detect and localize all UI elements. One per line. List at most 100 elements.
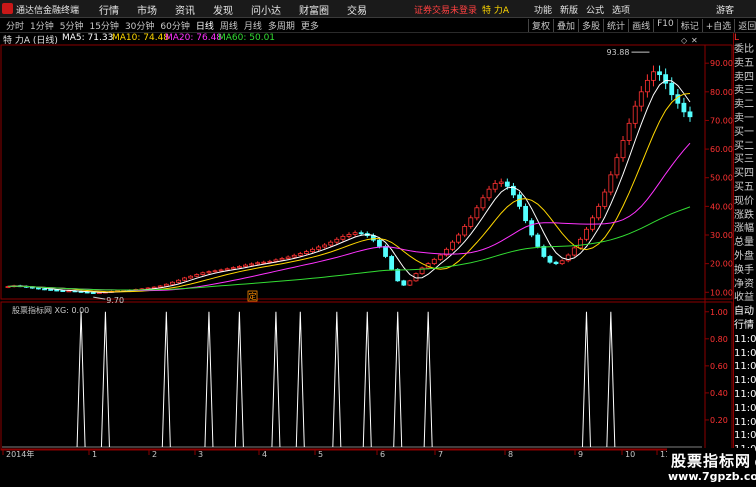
candle-body-63 xyxy=(389,256,395,270)
sidebar-item-0[interactable]: 委比 xyxy=(734,43,756,57)
sidebar-item-9[interactable]: 买四 xyxy=(734,167,756,181)
sidebar-item-23[interactable]: 11:08 xyxy=(734,360,756,374)
signal-spike-3 xyxy=(204,311,214,448)
sidebar-item-11[interactable]: 现价 xyxy=(734,195,756,209)
sidebar-item-22[interactable]: 11:08 xyxy=(734,347,756,361)
candle-body-7 xyxy=(48,289,54,291)
sidebar-item-19[interactable]: 自动 xyxy=(734,305,756,319)
candle-body-38 xyxy=(236,266,242,269)
sidebar-item-7[interactable]: 买二 xyxy=(734,140,756,154)
candle-body-84 xyxy=(517,194,522,207)
candle-body-55 xyxy=(340,236,346,240)
candle-body-56 xyxy=(346,234,352,237)
signal-spike-12 xyxy=(606,311,616,448)
candle-body-37 xyxy=(230,267,236,270)
tool-button-8[interactable]: 返回 xyxy=(734,19,756,32)
candle-body-58 xyxy=(358,232,364,235)
kline-chart[interactable]: 90.00 80.00 70.00 60.00 50.00 40.00 30.00 20.00… xyxy=(0,0,733,487)
date-label-2: 2 xyxy=(152,450,157,459)
candle-body-93 xyxy=(571,247,577,256)
sidebar-item-14[interactable]: 总量 xyxy=(734,236,756,250)
price-tick-label-2: 70.00 xyxy=(710,116,733,125)
candle-body-65 xyxy=(401,280,407,286)
sidebar-item-21[interactable]: 11:08 xyxy=(734,333,756,347)
sidebar-item-13[interactable]: 涨幅 xyxy=(734,222,756,236)
sidebar-item-3[interactable]: 卖三 xyxy=(734,84,756,98)
sidebar-item-15[interactable]: 外盘 xyxy=(734,250,756,264)
candle-body-94 xyxy=(577,238,583,249)
candle-body-31 xyxy=(194,274,200,277)
candle-body-8 xyxy=(54,289,60,292)
signal-spike-9 xyxy=(393,311,403,448)
signal-spike-7 xyxy=(332,311,342,448)
candle-body-43 xyxy=(267,260,273,263)
candle-body-96 xyxy=(590,217,595,230)
sidebar-item-12[interactable]: 涨跌 xyxy=(734,209,756,223)
date-label-6: 6 xyxy=(380,450,385,459)
sidebar-item-4[interactable]: 卖二 xyxy=(734,98,756,112)
signal-spike-4 xyxy=(234,311,244,448)
ma10-line xyxy=(7,93,691,293)
candle-body-45 xyxy=(279,258,285,261)
candle-body-86 xyxy=(529,220,535,236)
signal-spike-10 xyxy=(423,311,433,448)
sidebar-item-16[interactable]: 换手 xyxy=(734,264,756,278)
sidebar-item-10[interactable]: 买五 xyxy=(734,181,756,195)
indicator-tick-label-1: 0.80 xyxy=(710,335,728,344)
candle-body-33 xyxy=(206,271,212,274)
sidebar-item-1[interactable]: 卖五 xyxy=(734,57,756,71)
candle-body-66 xyxy=(407,280,413,286)
candle-body-41 xyxy=(255,262,261,265)
date-label-10: 10 xyxy=(625,450,635,459)
candle-body-26 xyxy=(163,283,169,287)
candle-body-40 xyxy=(249,263,254,266)
candle-body-106 xyxy=(651,71,656,81)
ma60-line xyxy=(7,206,691,291)
sidebar-item-18[interactable]: 收益 xyxy=(734,291,756,305)
high-marker-label: 93.88 xyxy=(607,48,630,57)
sidebar-item-24[interactable]: 11:08 xyxy=(734,374,756,388)
sidebar-item-2[interactable]: 卖四 xyxy=(734,71,756,85)
sidebar-item-5[interactable]: 卖一 xyxy=(734,112,756,126)
candle-body-51 xyxy=(316,246,321,250)
candle-body-5 xyxy=(36,287,41,290)
candle-body-29 xyxy=(182,277,187,281)
candle-body-34 xyxy=(212,270,218,273)
candle-body-102 xyxy=(626,122,632,141)
price-tick-label-6: 30.00 xyxy=(710,231,733,240)
signal-spike-1 xyxy=(100,311,110,448)
sidebar-item-17[interactable]: 净资 xyxy=(734,278,756,292)
candle-body-76 xyxy=(468,217,474,227)
signal-spike-5 xyxy=(271,311,281,448)
sidebar-item-20[interactable]: 行情 xyxy=(734,319,756,333)
indicator-tick-label-3: 0.40 xyxy=(710,389,728,398)
sidebar-item-28[interactable]: 11:09 xyxy=(734,429,756,443)
candle-body-80 xyxy=(492,183,498,190)
sidebar-item-6[interactable]: 买一 xyxy=(734,126,756,140)
candle-body-74 xyxy=(456,234,462,243)
candle-body-9 xyxy=(60,290,66,292)
candle-body-81 xyxy=(498,181,504,184)
candle-body-28 xyxy=(176,279,181,283)
date-label-3: 3 xyxy=(198,450,203,459)
candle-body-24 xyxy=(151,286,157,289)
candle-body-112 xyxy=(687,111,693,118)
candle-body-73 xyxy=(450,241,455,250)
candle-body-101 xyxy=(620,140,626,159)
indicator-tick-label-4: 0.20 xyxy=(710,416,728,425)
candle-body-105 xyxy=(644,79,650,93)
candle-body-111 xyxy=(681,102,687,113)
low-marker-label: 9.70 xyxy=(106,296,124,305)
candle-body-79 xyxy=(486,188,492,199)
price-tick-label-5: 40.00 xyxy=(710,202,733,211)
candle-body-25 xyxy=(157,285,163,288)
candle-body-36 xyxy=(224,268,230,271)
candle-body-91 xyxy=(559,260,565,265)
sidebar-item-25[interactable]: 11:09 xyxy=(734,388,756,402)
candle-body-27 xyxy=(170,281,175,285)
sidebar-item-8[interactable]: 买三 xyxy=(734,153,756,167)
candle-body-88 xyxy=(541,246,547,257)
ma5-line xyxy=(7,79,691,293)
sidebar-item-27[interactable]: 11:09 xyxy=(734,416,756,430)
sidebar-item-26[interactable]: 11:09 xyxy=(734,402,756,416)
